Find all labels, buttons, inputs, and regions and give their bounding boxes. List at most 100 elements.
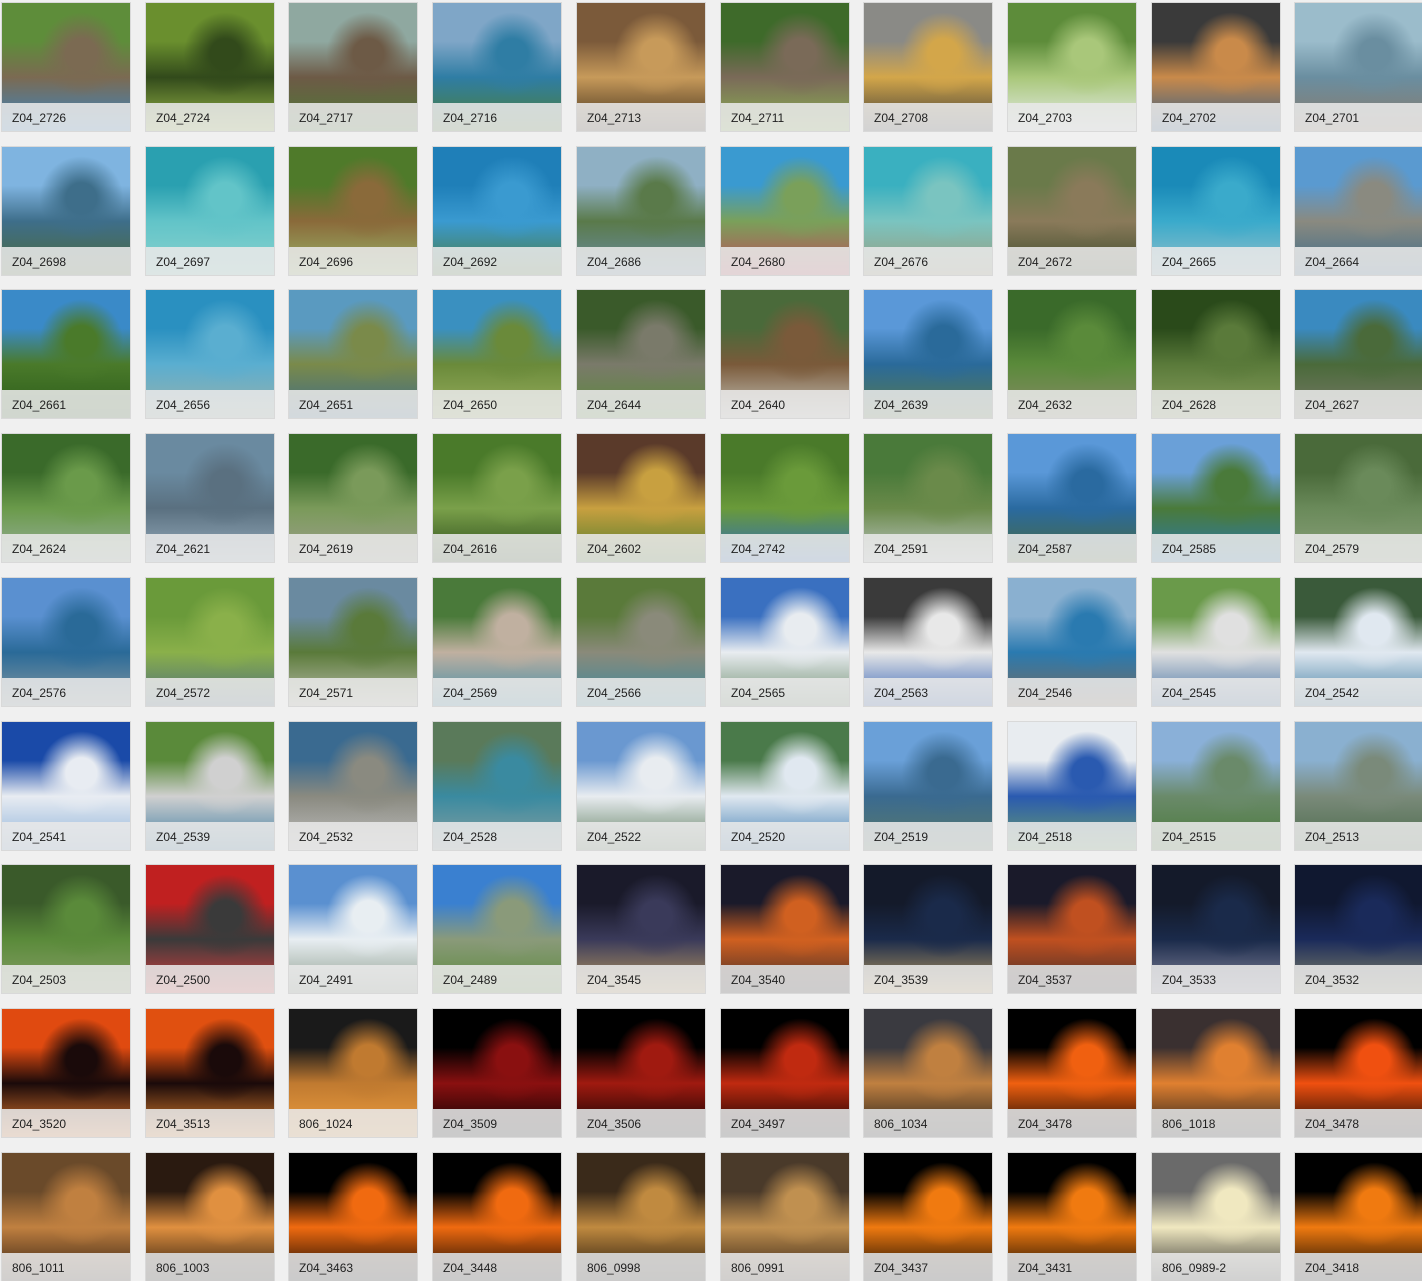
photo-thumbnail[interactable]: Z04_2579 — [1295, 434, 1422, 562]
thumbnail-filename: Z04_2716 — [443, 111, 498, 125]
photo-thumbnail[interactable]: Z04_2686 — [577, 147, 705, 275]
photo-thumbnail[interactable]: Z04_2713 — [577, 3, 705, 131]
photo-thumbnail[interactable]: Z04_2515 — [1152, 722, 1280, 850]
photo-thumbnail[interactable]: Z04_2503 — [2, 865, 130, 993]
photo-thumbnail[interactable]: Z04_2566 — [577, 578, 705, 706]
photo-thumbnail[interactable]: Z04_2716 — [433, 3, 561, 131]
photo-thumbnail[interactable]: Z04_2676 — [864, 147, 992, 275]
photo-thumbnail[interactable]: Z04_2701 — [1295, 3, 1422, 131]
photo-thumbnail[interactable]: Z04_2539 — [146, 722, 274, 850]
photo-thumbnail[interactable]: Z04_2518 — [1008, 722, 1136, 850]
photo-thumbnail[interactable]: Z04_2532 — [289, 722, 417, 850]
photo-thumbnail[interactable]: Z04_2546 — [1008, 578, 1136, 706]
thumbnail-filename: Z04_3532 — [1305, 973, 1360, 987]
photo-thumbnail[interactable]: Z04_2661 — [2, 290, 130, 418]
photo-thumbnail[interactable]: 806_1003 — [146, 1153, 274, 1281]
photo-thumbnail[interactable]: Z04_2665 — [1152, 147, 1280, 275]
photo-thumbnail[interactable]: 806_0991 — [721, 1153, 849, 1281]
thumbnail-filename: Z04_2491 — [299, 973, 354, 987]
photo-thumbnail[interactable]: Z04_3478 — [1295, 1009, 1422, 1137]
photo-thumbnail[interactable]: Z04_3545 — [577, 865, 705, 993]
photo-thumbnail[interactable]: Z04_2621 — [146, 434, 274, 562]
photo-thumbnail[interactable]: 806_1018 — [1152, 1009, 1280, 1137]
photo-thumbnail[interactable]: Z04_3509 — [433, 1009, 561, 1137]
photo-thumbnail[interactable]: Z04_2513 — [1295, 722, 1422, 850]
photo-thumbnail[interactable]: Z04_2692 — [433, 147, 561, 275]
photo-thumbnail[interactable]: Z04_2569 — [433, 578, 561, 706]
photo-thumbnail[interactable]: 806_1024 — [289, 1009, 417, 1137]
photo-thumbnail[interactable]: Z04_3478 — [1008, 1009, 1136, 1137]
photo-thumbnail[interactable]: Z04_2717 — [289, 3, 417, 131]
photo-thumbnail[interactable]: Z04_2520 — [721, 722, 849, 850]
photo-thumbnail[interactable]: Z04_2571 — [289, 578, 417, 706]
photo-thumbnail[interactable]: Z04_2619 — [289, 434, 417, 562]
thumbnail-filename: Z04_2701 — [1305, 111, 1360, 125]
photo-thumbnail[interactable]: Z04_3463 — [289, 1153, 417, 1281]
photo-thumbnail[interactable]: Z04_2698 — [2, 147, 130, 275]
photo-thumbnail[interactable]: Z04_3497 — [721, 1009, 849, 1137]
photo-thumbnail[interactable]: 806_1011 — [2, 1153, 130, 1281]
photo-thumbnail[interactable]: Z04_3506 — [577, 1009, 705, 1137]
photo-thumbnail[interactable]: Z04_2650 — [433, 290, 561, 418]
thumbnail-filename: Z04_2500 — [156, 973, 211, 987]
photo-thumbnail[interactable]: Z04_2632 — [1008, 290, 1136, 418]
photo-thumbnail[interactable]: Z04_2639 — [864, 290, 992, 418]
photo-thumbnail[interactable]: Z04_3540 — [721, 865, 849, 993]
photo-thumbnail[interactable]: Z04_2627 — [1295, 290, 1422, 418]
photo-thumbnail[interactable]: Z04_2702 — [1152, 3, 1280, 131]
photo-thumbnail[interactable]: Z04_3448 — [433, 1153, 561, 1281]
photo-thumbnail[interactable]: Z04_2664 — [1295, 147, 1422, 275]
photo-thumbnail[interactable]: Z04_3513 — [146, 1009, 274, 1137]
photo-thumbnail[interactable]: Z04_3537 — [1008, 865, 1136, 993]
photo-thumbnail[interactable]: Z04_3520 — [2, 1009, 130, 1137]
photo-thumbnail[interactable]: Z04_2696 — [289, 147, 417, 275]
photo-thumbnail[interactable]: Z04_2697 — [146, 147, 274, 275]
photo-thumbnail[interactable]: Z04_3532 — [1295, 865, 1422, 993]
photo-thumbnail[interactable]: Z04_2680 — [721, 147, 849, 275]
photo-thumbnail[interactable]: Z04_2640 — [721, 290, 849, 418]
photo-thumbnail[interactable]: Z04_2708 — [864, 3, 992, 131]
thumbnail-filename: Z04_3437 — [874, 1261, 929, 1275]
photo-thumbnail[interactable]: Z04_2519 — [864, 722, 992, 850]
photo-thumbnail[interactable]: Z04_2624 — [2, 434, 130, 562]
photo-thumbnail[interactable]: Z04_3437 — [864, 1153, 992, 1281]
photo-thumbnail[interactable]: Z04_2724 — [146, 3, 274, 131]
photo-thumbnail[interactable]: Z04_2602 — [577, 434, 705, 562]
thumbnail-filename: 806_1024 — [299, 1117, 353, 1131]
photo-thumbnail[interactable]: Z04_2541 — [2, 722, 130, 850]
photo-thumbnail[interactable]: Z04_2703 — [1008, 3, 1136, 131]
photo-thumbnail[interactable]: Z04_2563 — [864, 578, 992, 706]
photo-thumbnail[interactable]: Z04_2711 — [721, 3, 849, 131]
photo-thumbnail[interactable]: Z04_2644 — [577, 290, 705, 418]
photo-thumbnail[interactable]: 806_0998 — [577, 1153, 705, 1281]
photo-thumbnail[interactable]: Z04_2528 — [433, 722, 561, 850]
photo-thumbnail[interactable]: Z04_2742 — [721, 434, 849, 562]
photo-thumbnail[interactable]: 806_1034 — [864, 1009, 992, 1137]
photo-thumbnail[interactable]: Z04_2585 — [1152, 434, 1280, 562]
photo-thumbnail[interactable]: Z04_2500 — [146, 865, 274, 993]
photo-thumbnail[interactable]: Z04_2651 — [289, 290, 417, 418]
photo-thumbnail[interactable]: Z04_2542 — [1295, 578, 1422, 706]
photo-thumbnail[interactable]: Z04_3539 — [864, 865, 992, 993]
photo-thumbnail[interactable]: Z04_2576 — [2, 578, 130, 706]
photo-thumbnail[interactable]: Z04_3431 — [1008, 1153, 1136, 1281]
photo-thumbnail[interactable]: Z04_2726 — [2, 3, 130, 131]
photo-thumbnail[interactable]: Z04_2616 — [433, 434, 561, 562]
photo-thumbnail[interactable]: Z04_3418 — [1295, 1153, 1422, 1281]
thumbnail-filename: 806_1018 — [1162, 1117, 1216, 1131]
photo-thumbnail[interactable]: Z04_2491 — [289, 865, 417, 993]
photo-thumbnail[interactable]: 806_0989-2 — [1152, 1153, 1280, 1281]
photo-thumbnail[interactable]: Z04_2522 — [577, 722, 705, 850]
photo-thumbnail[interactable]: Z04_2672 — [1008, 147, 1136, 275]
photo-thumbnail[interactable]: Z04_2572 — [146, 578, 274, 706]
photo-thumbnail[interactable]: Z04_2587 — [1008, 434, 1136, 562]
photo-thumbnail[interactable]: Z04_2628 — [1152, 290, 1280, 418]
photo-thumbnail[interactable]: Z04_2545 — [1152, 578, 1280, 706]
photo-thumbnail[interactable]: Z04_2591 — [864, 434, 992, 562]
photo-thumbnail[interactable]: Z04_2656 — [146, 290, 274, 418]
photo-thumbnail[interactable]: Z04_2489 — [433, 865, 561, 993]
photo-thumbnail[interactable]: Z04_3533 — [1152, 865, 1280, 993]
thumbnail-filename: Z04_2692 — [443, 255, 498, 269]
thumbnail-filename: Z04_2644 — [587, 398, 642, 412]
photo-thumbnail[interactable]: Z04_2565 — [721, 578, 849, 706]
